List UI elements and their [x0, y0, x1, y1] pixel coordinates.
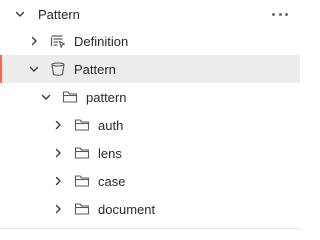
- folder-icon: [62, 91, 78, 103]
- selection-indicator: [0, 55, 2, 83]
- folder-icon: [74, 175, 90, 187]
- section-header[interactable]: Pattern: [0, 0, 300, 28]
- tree-item-definition[interactable]: Definition: [0, 27, 300, 55]
- chevron-down-icon[interactable]: [14, 8, 26, 20]
- tree-item-label: Pattern: [74, 61, 116, 77]
- tree-item-label: document: [98, 201, 156, 217]
- section-title: Pattern: [38, 6, 80, 22]
- tree-item-label: Definition: [74, 33, 129, 49]
- tree-item-label: lens: [98, 145, 122, 161]
- folder-icon: [74, 119, 90, 131]
- chevron-right-icon[interactable]: [52, 119, 64, 131]
- tree-item-label: case: [98, 173, 126, 189]
- tree-item-pattern[interactable]: Pattern: [0, 55, 300, 83]
- tree-item-label: auth: [98, 117, 124, 133]
- more-dot: [285, 12, 288, 16]
- tree-item-folder[interactable]: auth: [0, 111, 300, 139]
- more-dot: [278, 12, 282, 16]
- tree-item-folder[interactable]: case: [0, 167, 300, 195]
- chevron-right-icon[interactable]: [52, 203, 64, 215]
- definition-list-icon: [50, 35, 66, 49]
- chevron-down-icon[interactable]: [40, 91, 52, 103]
- tree-item-label: pattern: [86, 89, 127, 105]
- tree-item-folder[interactable]: document: [0, 195, 300, 223]
- bucket-icon: [51, 62, 65, 76]
- folder-icon: [74, 203, 90, 215]
- more-dot: [272, 12, 275, 16]
- chevron-right-icon[interactable]: [28, 35, 40, 47]
- tree-item-folder[interactable]: lens: [0, 139, 300, 167]
- folder-icon: [74, 147, 90, 159]
- chevron-right-icon[interactable]: [52, 147, 64, 159]
- chevron-down-icon[interactable]: [28, 63, 40, 75]
- explorer-panel: Pattern Definition Pattern pattern auth …: [0, 0, 300, 229]
- divider: [0, 228, 300, 229]
- more-horizontal-icon[interactable]: [272, 7, 288, 21]
- tree-item-pattern-folder[interactable]: pattern: [0, 83, 300, 111]
- chevron-right-icon[interactable]: [52, 175, 64, 187]
